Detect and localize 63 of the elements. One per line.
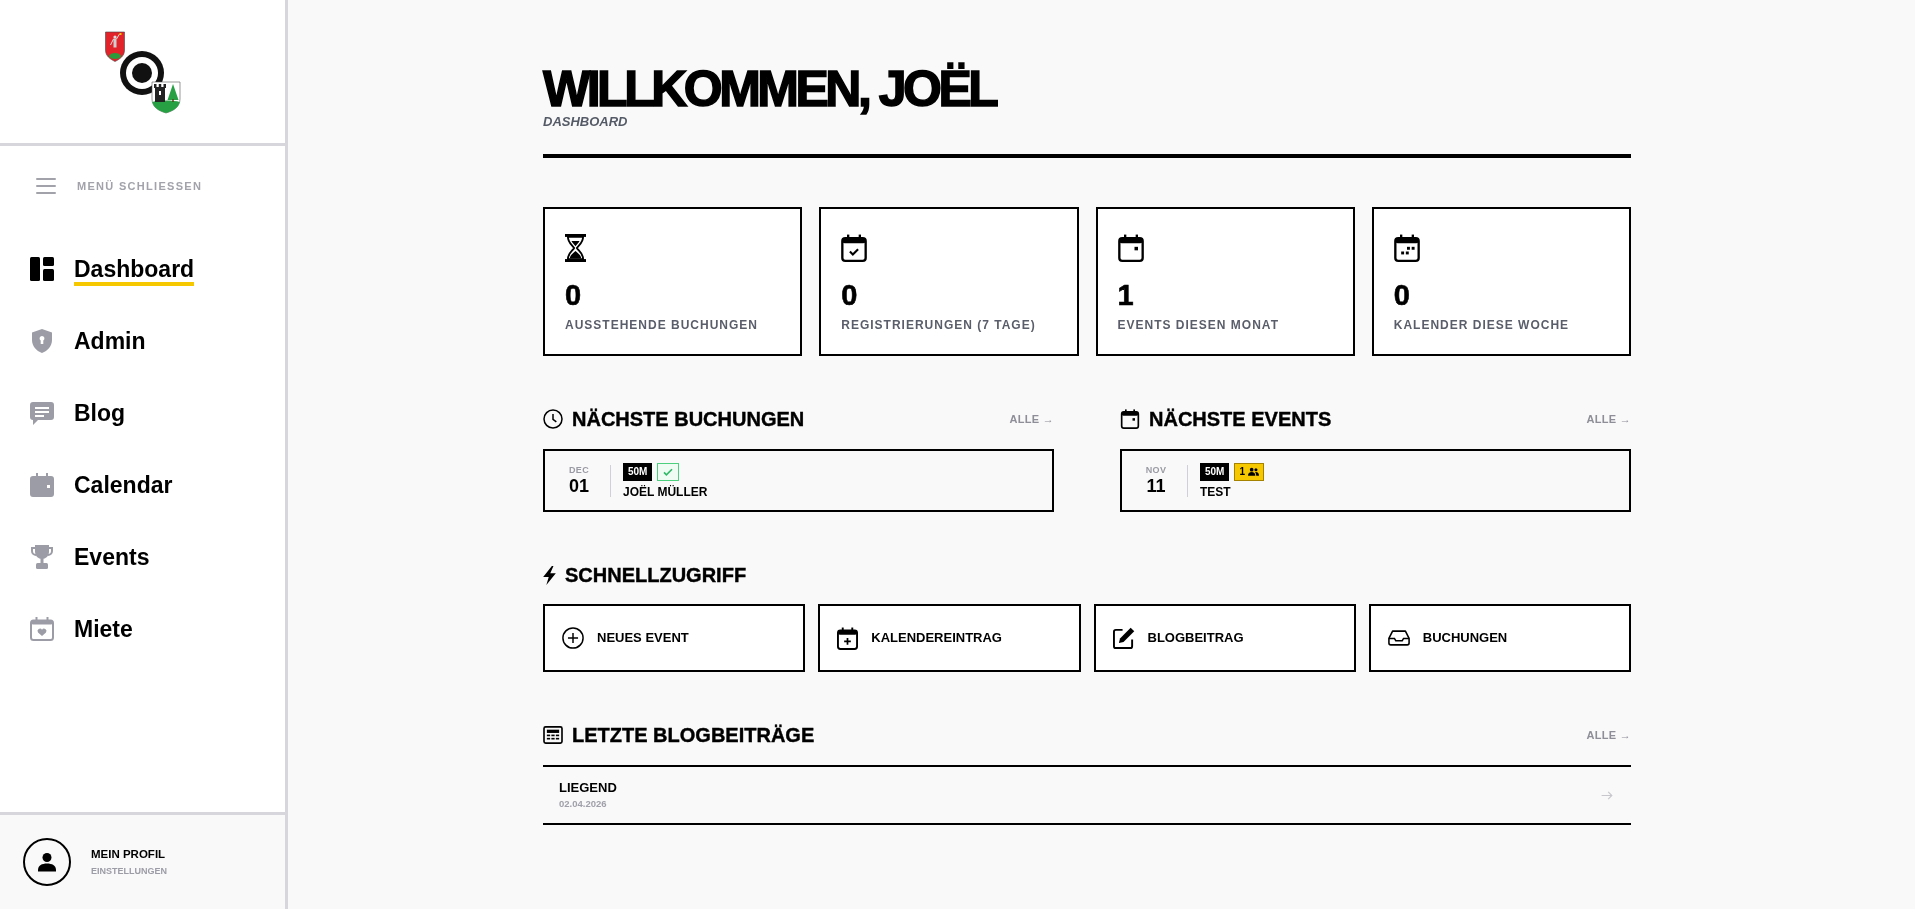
participant-count: 1 [1239, 465, 1245, 479]
distance-tag: 50M [1200, 462, 1230, 481]
event-card[interactable]: NOV 11 50M 1 TEST [1120, 449, 1631, 512]
date-day: 11 [1138, 476, 1174, 496]
check-icon [663, 467, 674, 476]
page-subtitle: DASHBOARD [543, 114, 629, 130]
item-name: JOËL MÜLLER [623, 484, 708, 499]
plus-circle-icon [562, 627, 584, 649]
stat-label: REGISTRIERUNGEN (7 TAGE) [841, 318, 1037, 332]
date-month: NOV [1144, 465, 1168, 476]
newspaper-icon [543, 726, 563, 744]
post-title: LIEGEND [559, 780, 617, 795]
stat-label: KALENDER DIESE WOCHE [1393, 318, 1571, 332]
date-day: 01 [561, 476, 597, 496]
stat-label: EVENTS DIESEN MONAT [1117, 318, 1280, 332]
section-title: SCHNELLZUGRIFF [565, 563, 747, 587]
arrow-right-icon [1601, 790, 1613, 800]
quick-action-button[interactable]: BUCHUNGEN [1368, 604, 1631, 672]
nav-link[interactable]: Blog [0, 377, 136, 449]
calendar-icon [1120, 409, 1140, 429]
people-icon [1248, 467, 1259, 476]
calendar-plus-icon [837, 626, 859, 650]
booking-card[interactable]: DEC 01 50M JOËL MÜLLER [543, 449, 1054, 512]
quick-action-button[interactable]: KALENDEREINTRAG [818, 604, 1081, 672]
calendar-icon [1117, 234, 1144, 262]
calendar-dots-icon [1393, 234, 1420, 262]
calendar-check-icon [841, 234, 868, 262]
distance-tag: 50M [623, 462, 653, 481]
nav-link[interactable]: Miete [0, 593, 143, 665]
nav-link[interactable]: Events [0, 521, 160, 593]
stat-value: 0 [841, 281, 859, 310]
dashboard-icon [30, 257, 54, 281]
page-title: WILLKOMMEN, JOËL [543, 64, 997, 114]
section-title: NÄCHSTE BUCHUNGEN [572, 407, 805, 431]
pencil-square-icon [1112, 627, 1135, 649]
avatar-icon [23, 838, 71, 886]
date-month: DEC [567, 465, 591, 476]
profile-title: MEIN PROFIL [91, 847, 167, 862]
quick-action-button[interactable]: NEUES EVENT [543, 604, 806, 672]
nav-link[interactable]: Dashboard [0, 233, 205, 305]
lightning-icon [543, 565, 556, 585]
stat-value: 0 [565, 281, 583, 310]
profile-panel[interactable]: MEIN PROFIL EINSTELLUNGEN [0, 812, 285, 909]
profile-subtitle: EINSTELLUNGEN [91, 865, 167, 877]
nav-link[interactable]: Calendar [0, 449, 183, 521]
calendar-icon [30, 473, 54, 497]
clock-icon [543, 409, 563, 429]
post-date: 02.04.2026 [559, 798, 608, 810]
shield-icon [30, 329, 54, 353]
quick-action-button[interactable]: BLOGBEITRAG [1093, 604, 1356, 672]
stat-value: 0 [1393, 281, 1411, 310]
chat-icon [30, 401, 54, 425]
item-name: TEST [1200, 484, 1232, 499]
inbox-tray-icon [1387, 630, 1410, 646]
trophy-icon [30, 545, 54, 569]
section-title: LETZTE BLOGBEITRÄGE [572, 723, 815, 747]
hourglass-icon [565, 234, 586, 262]
section-title: NÄCHSTE EVENTS [1149, 407, 1332, 431]
stat-value: 1 [1117, 281, 1135, 310]
menu-icon [36, 178, 56, 194]
stat-label: AUSSTEHENDE BUCHUNGEN [565, 318, 759, 332]
blog-post-row[interactable]: LIEGEND 02.04.2026 [543, 767, 1631, 823]
nav-link[interactable]: Admin [0, 305, 156, 377]
